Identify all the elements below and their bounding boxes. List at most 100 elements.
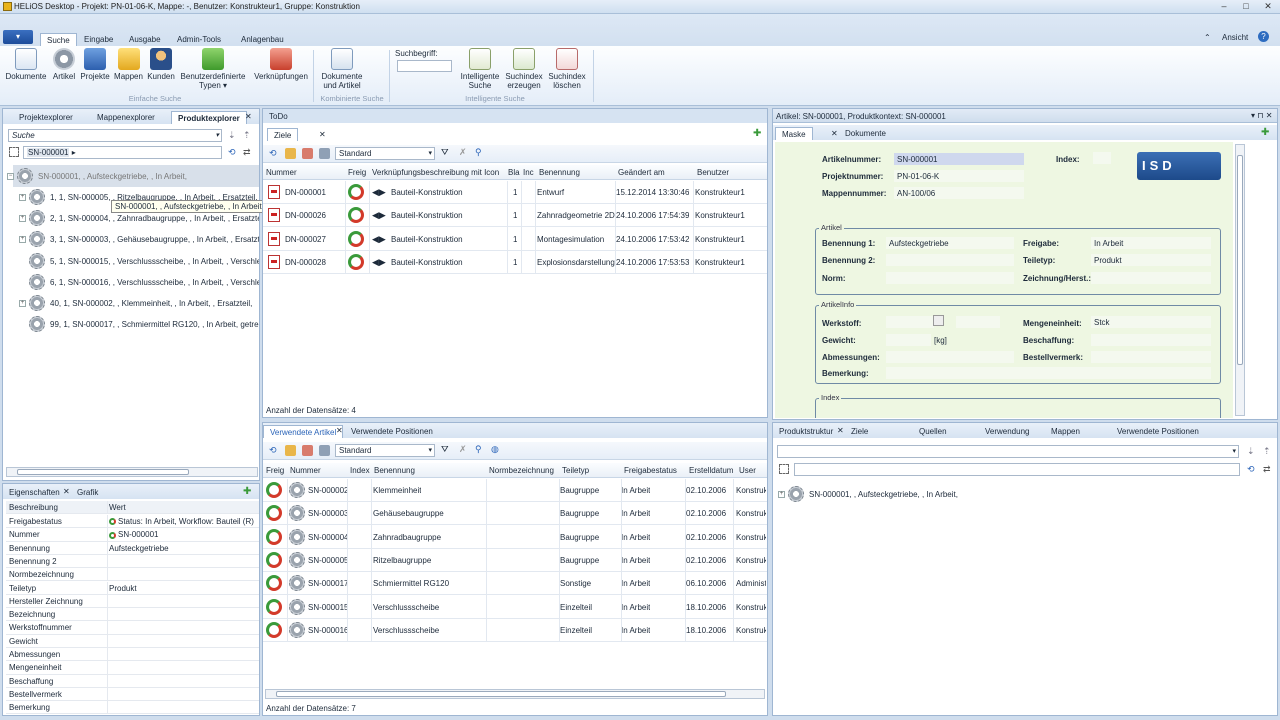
expand-icon[interactable]: + <box>19 300 26 307</box>
benutzerdefinierte-typen-button[interactable]: Benutzerdefinierte Typen ▾ <box>178 48 248 90</box>
refresh-icon[interactable]: ⟲ <box>228 147 236 158</box>
ribbon-tab-suche[interactable]: Suche <box>40 33 77 46</box>
gewicht-field[interactable] <box>886 334 931 346</box>
col-freigabestatus[interactable]: Freigabestatus <box>624 466 677 475</box>
col-nummer[interactable]: Nummer <box>290 466 321 475</box>
globe-icon[interactable]: ◍ <box>491 444 499 455</box>
artikel-button[interactable]: Artikel <box>50 48 78 81</box>
ribbon-tab-anlagenbau[interactable]: Anlagenbau <box>235 33 290 46</box>
print-icon[interactable] <box>319 445 330 456</box>
col-inc[interactable]: Inc <box>523 168 535 177</box>
ribbon-tab-eingabe[interactable]: Eingabe <box>78 33 119 46</box>
search-icon[interactable]: ⚲ <box>475 147 482 158</box>
property-row[interactable]: Nummer SN-000001 <box>6 528 259 542</box>
horizontal-scrollbar[interactable] <box>265 689 765 699</box>
app-menu-button[interactable]: ▾ <box>3 30 33 44</box>
projektnummer-field[interactable]: PN-01-06-K <box>894 170 1024 182</box>
tab-produktstruktur[interactable]: Produktstruktur <box>773 425 839 438</box>
tree-node[interactable]: 5, 1, SN-000015, , Verschlussscheibe, , … <box>19 252 259 272</box>
tree-node[interactable]: 99, 1, SN-000017, , Schmiermittel RG120,… <box>19 315 259 335</box>
vertical-scrollbar[interactable] <box>1235 144 1245 416</box>
col-bla[interactable]: Bla <box>508 168 520 177</box>
werkstoff-field[interactable] <box>886 316 934 328</box>
tab-dokumente[interactable]: Dokumente <box>839 127 892 140</box>
property-row[interactable]: Beschaffung <box>6 674 259 688</box>
artikelnummer-field[interactable]: SN-000001 <box>894 153 1024 165</box>
col-verknuepfung[interactable]: Verknüpfungsbeschreibung mit Icon <box>372 168 499 177</box>
sort-down-icon[interactable]: ⇣ <box>228 130 236 141</box>
add-icon[interactable]: ✚ <box>243 486 251 497</box>
close-icon[interactable]: ✕ <box>319 130 326 139</box>
col-index[interactable]: Index <box>350 466 370 475</box>
chevron-up-icon[interactable]: ⌃ <box>1204 33 1211 42</box>
zeichnung-field[interactable] <box>1091 272 1211 284</box>
property-row[interactable]: Bestellvermerk <box>6 687 259 702</box>
tab-maske[interactable]: Maske <box>775 127 813 140</box>
projekte-button[interactable]: Projekte <box>79 48 111 81</box>
delete-icon[interactable] <box>302 148 313 159</box>
table-row[interactable]: SN-000005 Ritzelbaugruppe Baugruppe In Arbe… <box>263 549 767 572</box>
tab-ziele[interactable]: Ziele <box>845 425 874 438</box>
add-icon[interactable]: ✚ <box>1261 127 1269 138</box>
benennung2-field[interactable] <box>886 254 1014 266</box>
property-row[interactable]: Werkstoffnummer <box>6 621 259 635</box>
close-button[interactable]: ✕ <box>1258 1 1278 12</box>
dokumente-button[interactable]: Dokumente <box>4 48 48 81</box>
tab-grafik[interactable]: Grafik <box>71 486 104 499</box>
table-row[interactable]: DN-000028 ◀▶ Bauteil-Konstruktion 1 Explosio… <box>263 251 767 274</box>
horizontal-scrollbar[interactable] <box>6 467 258 477</box>
index-field[interactable] <box>1093 152 1111 164</box>
sort-up-icon[interactable]: ⇡ <box>243 130 251 141</box>
col-geaendert[interactable]: Geändert am <box>618 168 665 177</box>
werkstoff-extra-field[interactable] <box>956 316 1000 328</box>
open-icon[interactable] <box>285 148 296 159</box>
table-row[interactable]: DN-000026 ◀▶ Bauteil-Konstruktion 1 Zahnradg… <box>263 204 767 228</box>
sort-up-icon[interactable]: ⇡ <box>1263 446 1271 457</box>
delete-icon[interactable] <box>302 445 313 456</box>
col-benennung[interactable]: Benennung <box>374 466 415 475</box>
property-row[interactable]: Teiletyp Produkt <box>6 581 259 595</box>
abmessungen-field[interactable] <box>886 351 1014 363</box>
close-icon[interactable]: ✕ <box>245 112 252 121</box>
close-icon[interactable]: ✕ <box>336 426 343 435</box>
help-icon[interactable]: ? <box>1258 31 1269 42</box>
tab-verwendung[interactable]: Verwendung <box>979 425 1035 438</box>
property-row[interactable]: Bezeichnung <box>6 608 259 622</box>
beschaffung-field[interactable] <box>1091 334 1211 346</box>
mappennummer-field[interactable]: AN-100/06 <box>894 187 1024 199</box>
tab-verwendete-artikel[interactable]: Verwendete Artikel <box>263 425 344 438</box>
tab-ziele[interactable]: Ziele <box>267 128 299 141</box>
intelligente-suche-button[interactable]: Intelligente Suche <box>458 48 502 90</box>
filter-icon[interactable]: ⛛ <box>441 444 449 455</box>
col-normbezeichnung[interactable]: Normbezeichnung <box>489 466 554 475</box>
view-select[interactable]: Standard ▾ <box>335 444 435 457</box>
close-icon[interactable]: ✕ <box>831 129 838 138</box>
suchindex-erzeugen-button[interactable]: Suchindex erzeugen <box>504 48 544 90</box>
table-row[interactable]: SN-000016 Verschlussscheibe Einzelteil In A… <box>263 619 767 642</box>
select-icon[interactable] <box>9 147 19 157</box>
col-teiletyp[interactable]: Teiletyp <box>562 466 589 475</box>
number-input[interactable]: SN-000001 ▸ <box>23 146 222 159</box>
table-row[interactable]: SN-000017 Schmiermittel RG120 Sonstige In A… <box>263 572 767 596</box>
teiletyp-field[interactable]: Produkt <box>1091 254 1211 266</box>
property-row[interactable]: Benennung 2 <box>6 554 259 569</box>
mengeneinheit-field[interactable]: Stck <box>1091 316 1211 328</box>
tab-eigenschaften[interactable]: Eigenschaften <box>3 486 66 499</box>
property-row[interactable]: Benennung Aufsteckgetriebe <box>6 541 259 555</box>
col-freig[interactable]: Freig <box>266 466 284 475</box>
expand-icon[interactable]: + <box>19 194 26 201</box>
print-icon[interactable] <box>319 148 330 159</box>
refresh-icon[interactable]: ⟲ <box>269 445 280 456</box>
tab-mappenexplorer[interactable]: Mappenexplorer <box>91 111 161 124</box>
table-row[interactable]: SN-000003 Gehäusebaugruppe Baugruppe In Arb… <box>263 502 767 526</box>
structure-search-input[interactable] <box>794 463 1240 476</box>
browse-button[interactable] <box>933 315 944 326</box>
property-row[interactable]: Abmessungen <box>6 648 259 662</box>
col-freig[interactable]: Freig <box>348 168 366 177</box>
col-benutzer[interactable]: Benutzer <box>697 168 729 177</box>
tab-produktexplorer[interactable]: Produktexplorer <box>171 111 247 124</box>
suchbegriff-input[interactable] <box>397 60 452 72</box>
mappen-button[interactable]: Mappen <box>112 48 145 81</box>
close-icon[interactable]: ✕ <box>63 487 70 496</box>
select-icon[interactable] <box>779 464 789 474</box>
